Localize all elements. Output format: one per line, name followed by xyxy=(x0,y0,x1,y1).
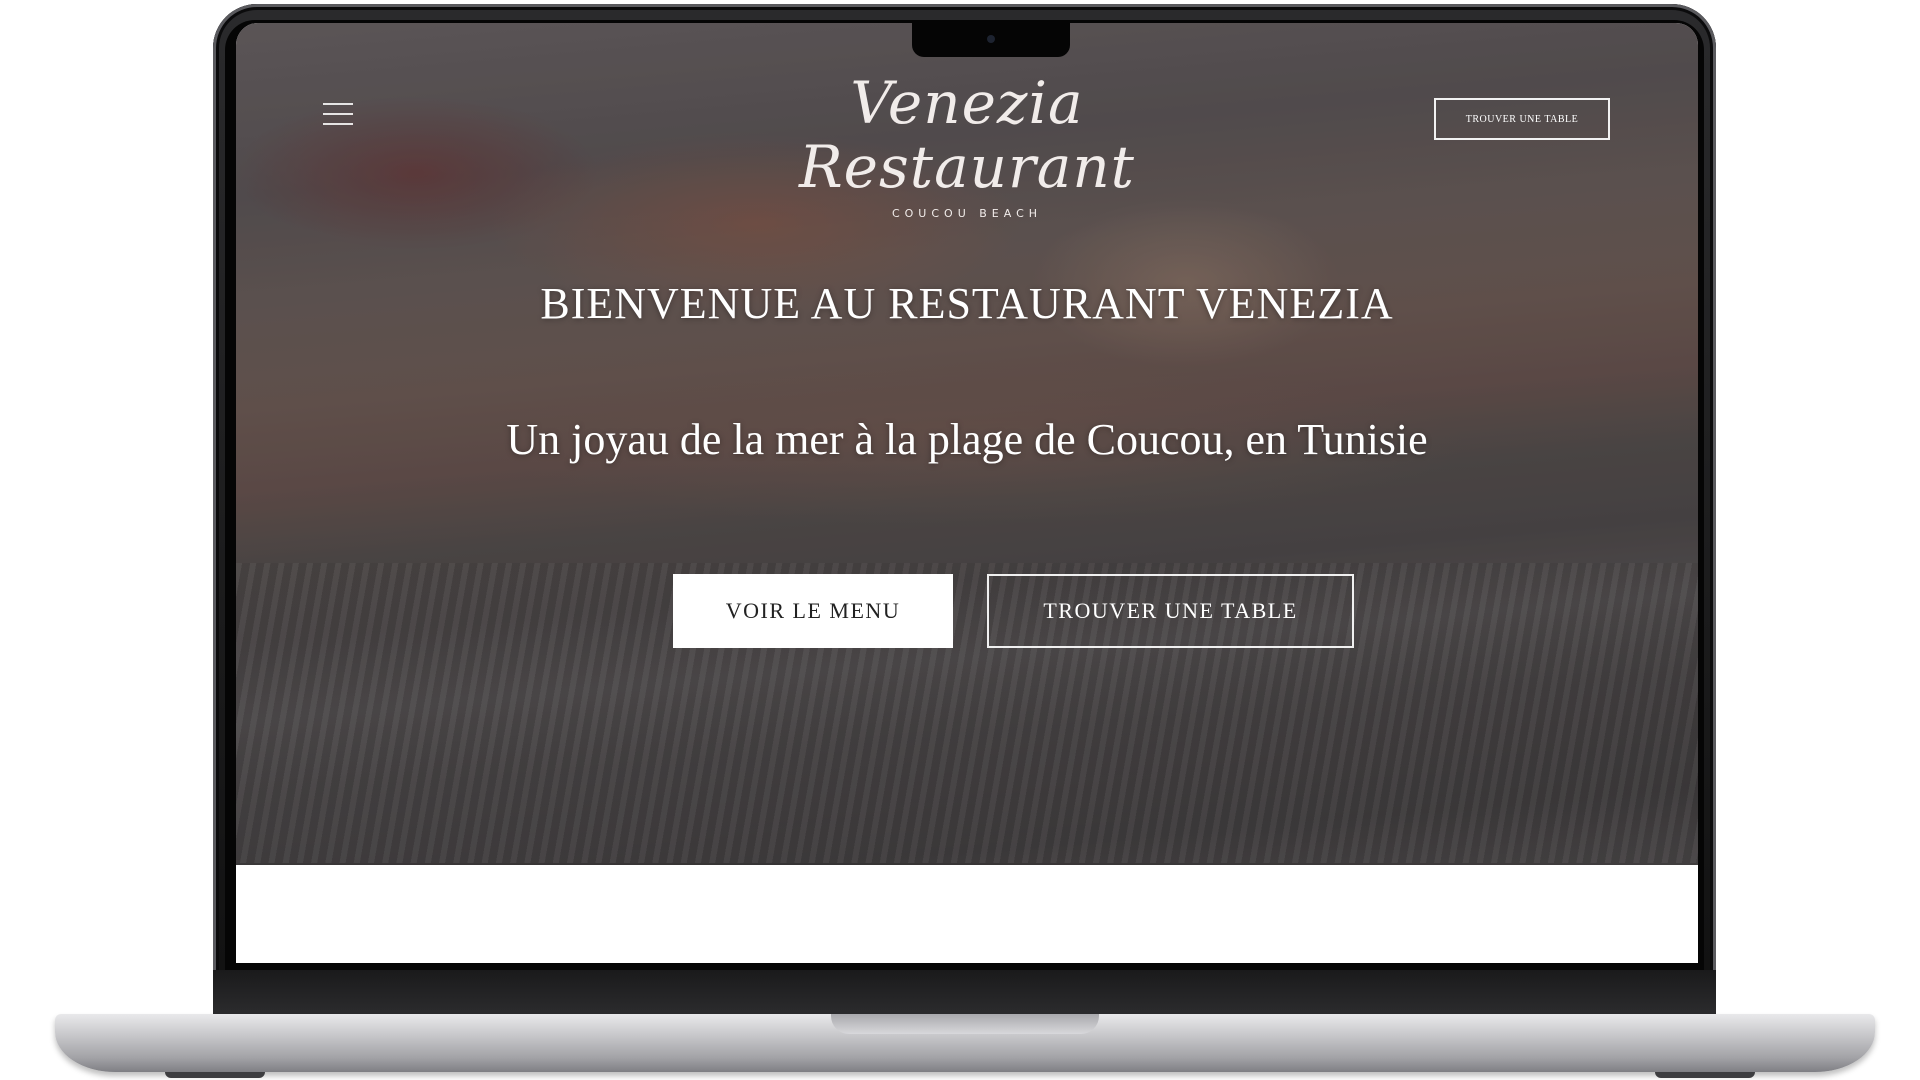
laptop-foot xyxy=(1655,1072,1755,1078)
hero-subheadline: Un joyau de la mer à la plage de Coucou,… xyxy=(506,415,1428,464)
hero-section: Venezia Restaurant COUCOU BEACH TROUVER … xyxy=(236,23,1698,865)
hamburger-menu-icon[interactable] xyxy=(323,103,353,125)
hero-content: Venezia Restaurant COUCOU BEACH TROUVER … xyxy=(236,23,1698,865)
camera-icon xyxy=(987,35,995,43)
camera-notch xyxy=(912,23,1070,57)
menu-bar xyxy=(323,103,353,105)
laptop-lid: Venezia Restaurant COUCOU BEACH TROUVER … xyxy=(213,4,1716,1014)
logo-subtitle: COUCOU BEACH xyxy=(891,207,1043,220)
laptop-base xyxy=(55,1014,1875,1072)
content-section xyxy=(236,865,1698,963)
find-table-button[interactable]: TROUVER UNE TABLE xyxy=(987,574,1354,648)
site-logo[interactable]: Venezia Restaurant COUCOU BEACH xyxy=(767,71,1167,220)
logo-script-text: Venezia Restaurant xyxy=(799,69,1135,201)
screen-bottom-bezel xyxy=(213,970,1716,1014)
header-find-table-button[interactable]: TROUVER UNE TABLE xyxy=(1434,98,1610,140)
browser-viewport: Venezia Restaurant COUCOU BEACH TROUVER … xyxy=(236,23,1698,963)
menu-bar xyxy=(323,123,353,125)
view-menu-button[interactable]: VOIR LE MENU xyxy=(673,574,953,648)
menu-bar xyxy=(323,113,353,115)
laptop-foot xyxy=(165,1072,265,1078)
opening-groove xyxy=(831,1014,1099,1034)
hero-headline: BIENVENUE AU RESTAURANT VENEZIA xyxy=(540,279,1394,328)
